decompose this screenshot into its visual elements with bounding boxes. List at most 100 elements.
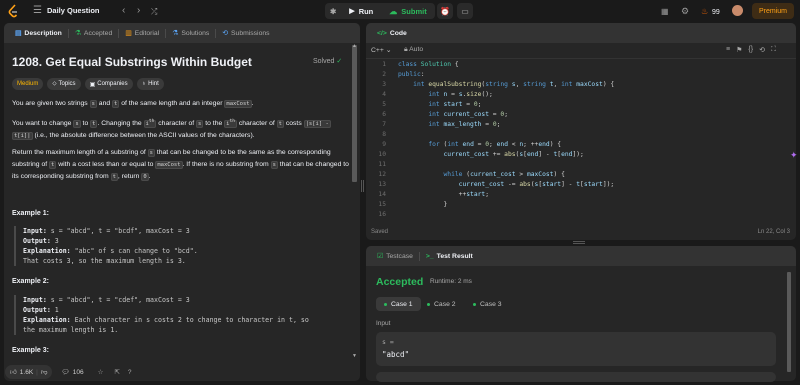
- fullscreen-icon[interactable]: ⛶: [771, 46, 776, 54]
- braces-icon[interactable]: {}: [748, 46, 753, 54]
- code-line[interactable]: ++start;: [398, 190, 489, 200]
- example-input: Input: s = "abcd", t = "bcdf", maxCost =…: [23, 226, 348, 236]
- problem-title[interactable]: 1208. Get Equal Substrings Within Budget: [12, 55, 252, 69]
- tab-description[interactable]: ▤ Description: [9, 23, 68, 43]
- next-problem-icon[interactable]: ›: [137, 5, 140, 17]
- thumbs-up-icon: 👍︎: [10, 369, 17, 376]
- tab-editorial[interactable]: ▥ Editorial: [119, 23, 165, 43]
- line-number: 11: [378, 161, 386, 168]
- example-explanation: Explanation: Each character in s costs 2…: [23, 315, 348, 325]
- help-icon[interactable]: ?: [126, 365, 134, 379]
- leetcode-logo-icon[interactable]: [7, 4, 19, 18]
- editor-actions: ≡ ⚑ {} ⟲ ⛶: [726, 46, 776, 54]
- inline-code: t: [276, 119, 284, 128]
- code-line[interactable]: int n = s.size();: [398, 90, 492, 100]
- streak-count: 99: [712, 9, 720, 16]
- document-icon: ▤: [15, 30, 22, 37]
- comments-button[interactable]: 💬︎ 106: [56, 365, 88, 379]
- like-button[interactable]: 👍︎ 1.6K | 👎︎: [5, 365, 53, 379]
- scroll-up-arrow-icon[interactable]: ▲: [352, 43, 357, 49]
- text: You are given two strings: [12, 100, 90, 107]
- layout-grid-icon[interactable]: ▦: [661, 6, 669, 18]
- result-status: Accepted: [376, 276, 424, 288]
- editor-toolbar: C++ ⌄ 🔒︎ Auto ≡ ⚑ {} ⟲ ⛶: [366, 43, 796, 59]
- pass-dot-icon: [427, 302, 430, 306]
- tab-solutions[interactable]: ⚗ Solutions: [166, 23, 215, 43]
- run-label: Run: [358, 6, 374, 16]
- run-button[interactable]: ▶ Run: [341, 3, 381, 19]
- example-box: Input: s = "abcd", t = "bcdf", maxCost =…: [14, 226, 348, 266]
- result-scrollbar[interactable]: [787, 272, 791, 372]
- format-icon[interactable]: ≡: [726, 46, 730, 54]
- line-number: 7: [382, 121, 386, 128]
- tab-submissions[interactable]: ⟲ Submissions: [216, 23, 275, 43]
- hint-chip[interactable]: ♁ Hint: [136, 78, 164, 90]
- fire-streak-icon[interactable]: ♨: [701, 6, 708, 18]
- star-icon[interactable]: ☆: [93, 365, 109, 379]
- settings-gear-icon[interactable]: ⚙: [681, 5, 689, 17]
- code-line[interactable]: int equalSubstring(string s, string t, i…: [398, 80, 614, 90]
- premium-button[interactable]: Premium: [752, 3, 794, 19]
- pass-dot-icon: [384, 302, 387, 306]
- notes-icon[interactable]: ▭: [457, 3, 473, 19]
- inline-code: 0: [141, 173, 149, 181]
- debug-icon[interactable]: ✱: [325, 3, 341, 19]
- text: with a cost less than or equal to: [56, 161, 156, 168]
- tag-icon: ⬦: [52, 80, 57, 87]
- shuffle-icon[interactable]: ⤮: [151, 6, 157, 18]
- code-line[interactable]: }: [398, 200, 447, 210]
- thumbs-down-icon[interactable]: 👎︎: [41, 368, 48, 376]
- code-line[interactable]: while (current_cost > maxCost) {: [398, 170, 565, 180]
- runtime-label: Runtime: 2 ms: [430, 278, 472, 285]
- text: costs: [283, 119, 304, 127]
- tab-code[interactable]: </> Code: [371, 23, 413, 43]
- share-icon[interactable]: ⇱: [112, 365, 121, 379]
- problem-list-title[interactable]: Daily Question: [47, 6, 100, 15]
- submit-button[interactable]: ☁ Submit: [381, 3, 434, 19]
- language-select[interactable]: C++ ⌄: [371, 46, 391, 54]
- code-line[interactable]: int start = 0;: [398, 100, 481, 110]
- code-line[interactable]: current_cost -= abs(s[start] - t[start])…: [398, 180, 615, 190]
- prev-problem-icon[interactable]: ‹: [122, 5, 125, 17]
- case-tab-1[interactable]: Case 1: [376, 297, 421, 311]
- description-scrollbar[interactable]: [352, 45, 357, 182]
- lock-icon: ▣: [89, 81, 96, 88]
- lightbulb-icon: ♁: [141, 81, 147, 87]
- case-tab-2[interactable]: Case 2: [419, 297, 464, 311]
- bookmark-icon[interactable]: ⚑: [736, 46, 742, 54]
- label: Input:: [23, 296, 47, 304]
- reset-icon[interactable]: ⟲: [759, 46, 765, 54]
- scroll-down-arrow-icon[interactable]: ▼: [352, 353, 357, 359]
- accepted-flask-icon: ⚗: [74, 30, 81, 37]
- tab-testcase[interactable]: ☑ Testcase: [371, 246, 419, 266]
- panel-resize-handle[interactable]: [361, 180, 364, 192]
- code-line[interactable]: int max_length = 0;: [398, 120, 500, 130]
- code-line[interactable]: for (int end = 0; end < n; ++end) {: [398, 140, 561, 150]
- terminal-icon: >_: [425, 252, 434, 260]
- inline-code: |s[i] -: [303, 119, 331, 128]
- code-line[interactable]: public:: [398, 70, 425, 80]
- panel-resize-handle[interactable]: [573, 241, 585, 244]
- companies-chip[interactable]: ▣ Companies: [84, 78, 133, 90]
- tab-test-result[interactable]: >_ Test Result: [420, 246, 479, 266]
- code-editor[interactable]: 1 2 3 4 5 6 7 8 9 10 11 12 13 14 15 16 1…: [366, 60, 789, 220]
- example-heading: Example 3:: [12, 347, 49, 354]
- timer-icon[interactable]: ⏰: [437, 3, 453, 19]
- avatar[interactable]: [732, 5, 743, 16]
- code-line[interactable]: class Solution {: [398, 60, 459, 70]
- sparkle-icon[interactable]: ✦: [790, 150, 798, 161]
- case-tab-3[interactable]: Case 3: [465, 297, 510, 311]
- tab-accepted[interactable]: ⚗ Accepted: [69, 23, 118, 43]
- auto-mode[interactable]: 🔒︎ Auto: [404, 46, 423, 54]
- problem-list-icon[interactable]: ☰: [33, 5, 42, 17]
- line-number: 4: [382, 91, 386, 98]
- history-icon: ⟲: [222, 30, 228, 37]
- example-explanation: Explanation: "abc" of s can change to "b…: [23, 246, 348, 256]
- text: of the same length and an integer: [119, 100, 225, 107]
- code-line[interactable]: current_cost += abs(s[end] - t[end]);: [398, 150, 584, 160]
- inline-code: ith: [143, 119, 157, 128]
- label: Explanation:: [23, 247, 71, 255]
- topics-chip[interactable]: ⬦ Topics: [47, 78, 81, 90]
- code-line[interactable]: int current_cost = 0;: [398, 110, 508, 120]
- inline-code: s: [73, 119, 81, 128]
